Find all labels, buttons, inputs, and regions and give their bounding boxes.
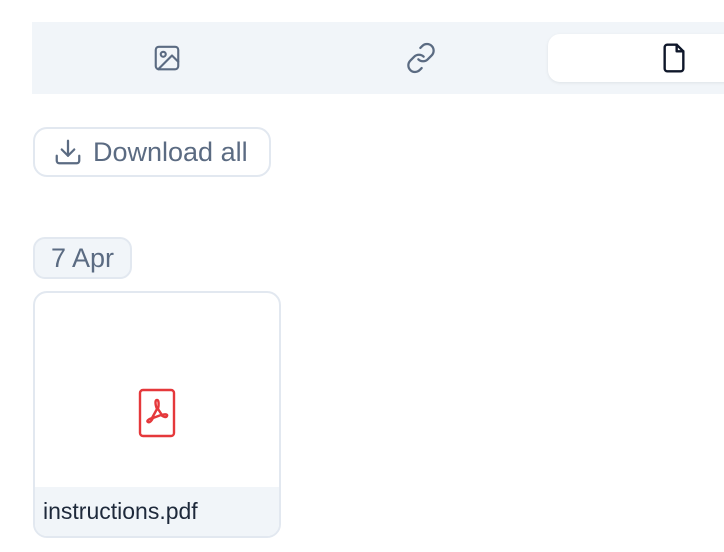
download-all-label: Download all: [93, 136, 248, 167]
download-icon: [53, 137, 83, 167]
link-icon: [405, 42, 437, 74]
media-tabs: [32, 22, 724, 94]
file-name: instructions.pdf: [43, 498, 198, 524]
tab-links[interactable]: [294, 22, 548, 94]
file-icon: [660, 42, 688, 74]
image-icon: [152, 43, 182, 73]
download-all-button[interactable]: Download all: [33, 127, 271, 177]
tab-images[interactable]: [32, 22, 302, 94]
date-label: 7 Apr: [51, 242, 115, 273]
media-panel: Download all 7 Apr instructions.pdf: [0, 0, 724, 552]
pdf-icon: [138, 388, 176, 443]
file-preview: [35, 293, 279, 489]
date-group-label: 7 Apr: [33, 237, 133, 279]
tab-files[interactable]: [548, 34, 724, 82]
file-card[interactable]: instructions.pdf: [33, 291, 281, 538]
file-name-bar: instructions.pdf: [35, 487, 279, 536]
